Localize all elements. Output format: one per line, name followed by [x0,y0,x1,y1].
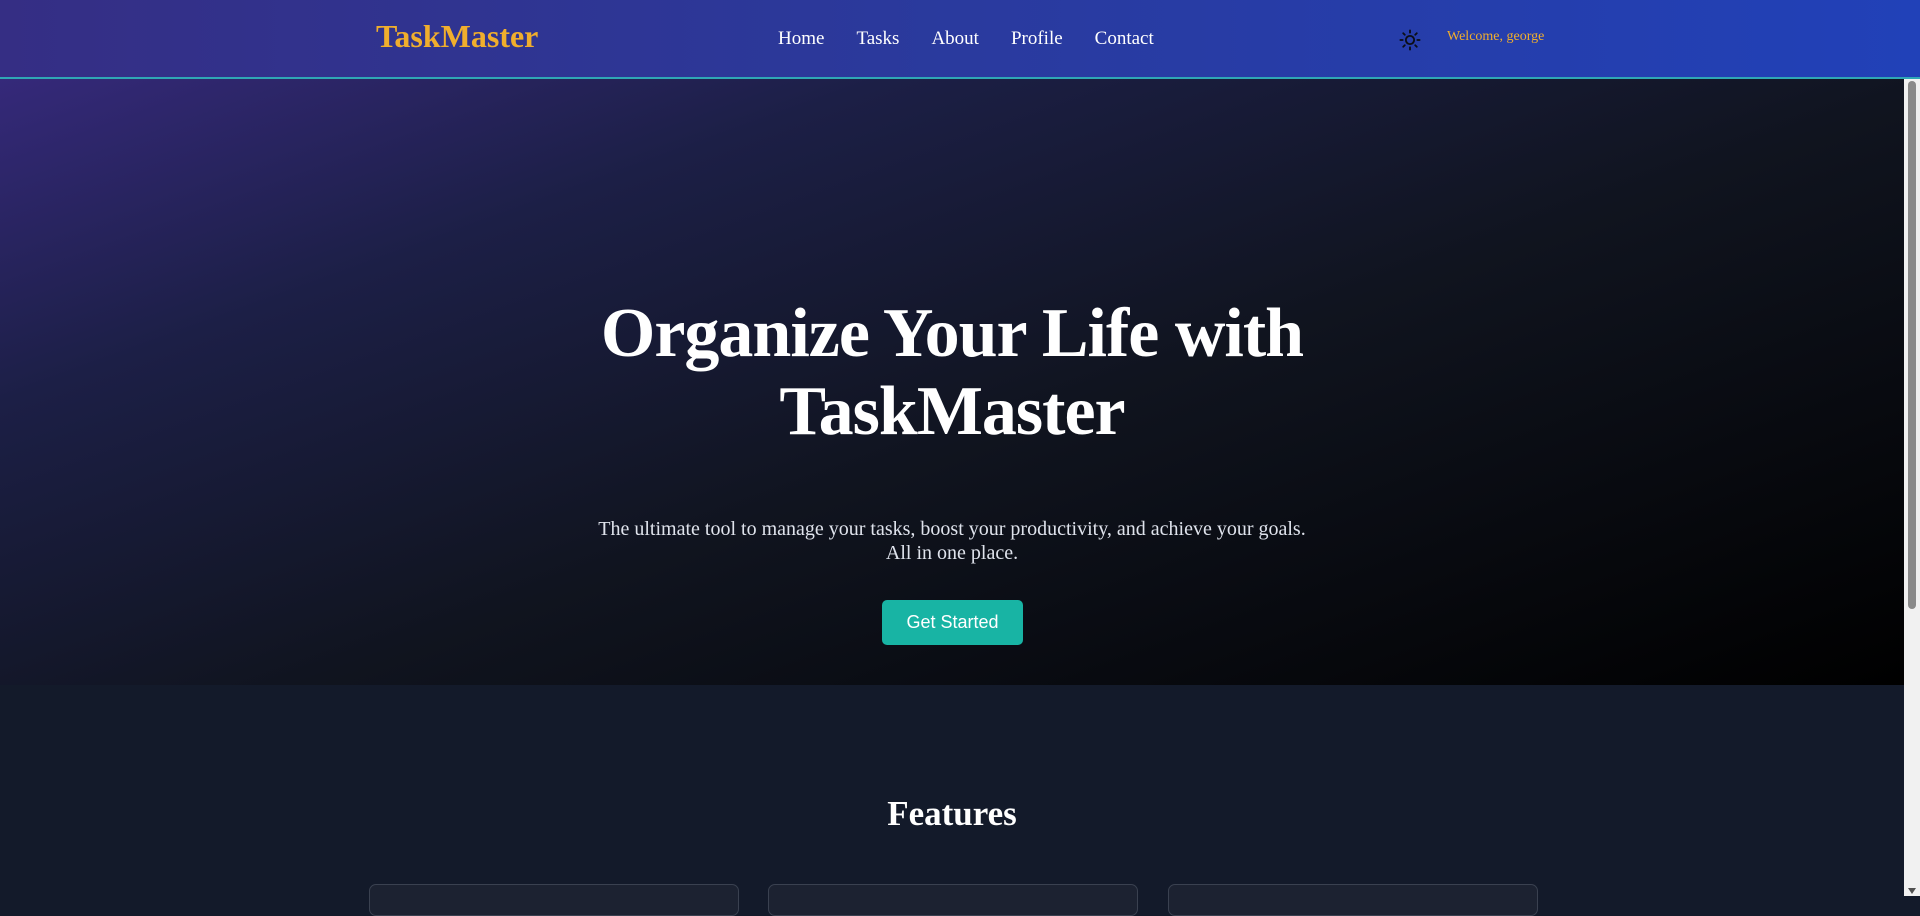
scroll-down-arrow-icon[interactable] [1908,888,1916,894]
hero-subtitle-line-2: All in one place. [885,542,1019,564]
theme-toggle-button[interactable] [1396,26,1424,54]
nav-link-contact[interactable]: Contact [1095,28,1154,50]
nav-link-about[interactable]: About [931,28,979,50]
nav-link-home[interactable]: Home [778,28,824,50]
page-scrollbar[interactable] [1904,79,1920,896]
brand-logo[interactable]: TaskMaster [376,18,538,55]
scrollbar-thumb[interactable] [1908,81,1916,609]
top-navbar: TaskMaster Home Tasks About Profile Cont… [0,0,1920,79]
get-started-button[interactable]: Get Started [882,600,1023,645]
hero-subtitle: The ultimate tool to manage your tasks, … [552,517,1352,565]
hero-subtitle-line-1: The ultimate tool to manage your tasks, … [598,518,1306,540]
hero-section: Organize Your Life with TaskMaster The u… [0,79,1904,685]
hero-title: Organize Your Life with TaskMaster [552,295,1352,451]
sun-icon [1399,29,1421,51]
feature-card [1168,884,1538,916]
feature-card [768,884,1138,916]
feature-card [369,884,739,916]
nav-link-profile[interactable]: Profile [1011,28,1063,50]
welcome-message: Welcome, george [1447,29,1545,44]
hero-title-line-1: Organize Your Life with [600,295,1304,372]
hero-title-line-2: TaskMaster [779,373,1125,450]
nav-link-tasks[interactable]: Tasks [856,28,899,50]
nav-links: Home Tasks About Profile Contact [778,0,1186,78]
features-heading: Features [887,794,1017,833]
